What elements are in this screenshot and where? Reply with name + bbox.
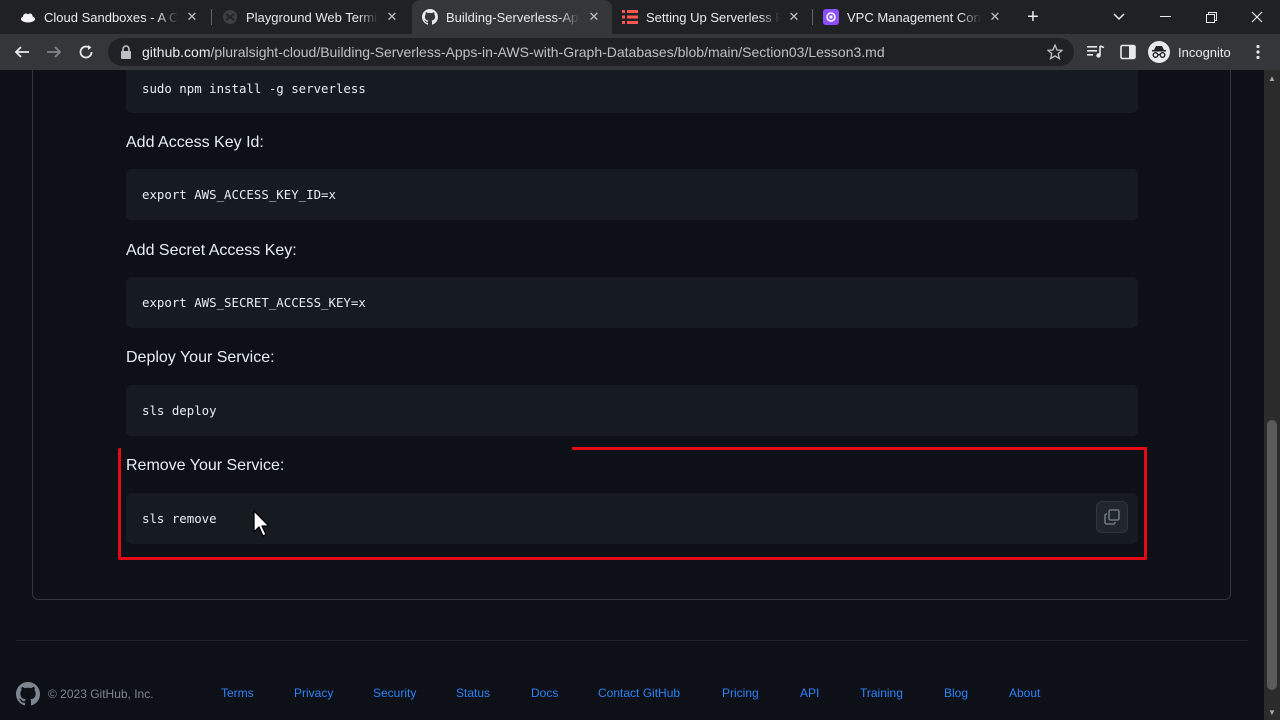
restore-icon	[1205, 11, 1217, 23]
tab-title: Cloud Sandboxes - A Cloud Guru	[44, 9, 178, 25]
footer-link-status[interactable]: Status	[456, 686, 490, 700]
close-icon[interactable]: ✕	[586, 9, 602, 25]
footer: © 2023 GitHub, Inc. Terms Privacy Securi…	[16, 682, 1248, 706]
footer-link-security[interactable]: Security	[373, 686, 416, 700]
kebab-menu-icon	[1256, 44, 1260, 60]
mouse-cursor-icon	[253, 510, 270, 537]
minimize-button[interactable]	[1142, 0, 1188, 34]
section-heading-deploy: Deploy Your Service:	[126, 349, 275, 366]
url-text: github.com/pluralsight-cloud/Building-Se…	[142, 44, 885, 60]
incognito-profile-button[interactable]: Incognito	[1148, 39, 1231, 65]
forward-button[interactable]	[42, 40, 66, 64]
footer-link-about[interactable]: About	[1009, 686, 1040, 700]
page-scrollbar[interactable]: ▲ ▼	[1264, 70, 1280, 720]
incognito-label: Incognito	[1178, 44, 1231, 60]
reload-button[interactable]	[74, 40, 98, 64]
browser-toolbar: github.com/pluralsight-cloud/Building-Se…	[0, 34, 1280, 70]
footer-copyright: © 2023 GitHub, Inc.	[48, 687, 154, 701]
scroll-thumb[interactable]	[1267, 420, 1277, 690]
footer-link-api[interactable]: API	[800, 686, 819, 700]
serverless-icon	[622, 9, 638, 25]
incognito-icon	[1148, 41, 1170, 63]
new-tab-button[interactable]: +	[1022, 6, 1044, 28]
code-text: sls deploy	[142, 403, 217, 418]
code-text: export AWS_SECRET_ACCESS_KEY=x	[142, 295, 366, 310]
annotation-highlight-top	[572, 447, 1147, 450]
tab-building-serverless-apps[interactable]: Building-Serverless-Apps-in-AWS ✕	[412, 0, 612, 34]
tab-title: Playground Web Terminal	[246, 9, 378, 25]
queue-music-icon	[1087, 45, 1105, 58]
footer-link-terms[interactable]: Terms	[221, 686, 254, 700]
side-panel-icon	[1120, 44, 1136, 60]
footer-link-training[interactable]: Training	[860, 686, 903, 700]
close-icon[interactable]: ✕	[987, 9, 1003, 25]
section-heading-secret-key: Add Secret Access Key:	[126, 242, 297, 259]
chevron-down-icon	[1113, 13, 1125, 21]
arrow-right-icon	[47, 46, 62, 58]
lock-icon[interactable]	[118, 44, 134, 60]
url-host: github.com	[142, 44, 211, 60]
back-button[interactable]	[10, 40, 34, 64]
tab-title: Setting Up Serverless Framework	[646, 9, 780, 25]
browser-menu-button[interactable]	[1248, 42, 1268, 62]
tab-cloud-sandboxes[interactable]: Cloud Sandboxes - A Cloud Guru ✕	[10, 0, 210, 34]
bookmark-star-icon[interactable]	[1046, 43, 1064, 61]
tab-vpc-management[interactable]: VPC Management Console ✕	[813, 0, 1013, 34]
close-icon[interactable]: ✕	[184, 9, 200, 25]
code-text: sudo npm install -g serverless	[142, 80, 366, 96]
annotation-highlight-box	[118, 448, 1147, 560]
scroll-down-arrow-icon[interactable]: ▼	[1264, 704, 1280, 720]
tab-strip: Cloud Sandboxes - A Cloud Guru ✕ Playgro…	[0, 0, 1280, 34]
code-block-secret-key: export AWS_SECRET_ACCESS_KEY=x	[126, 277, 1138, 328]
reload-icon	[79, 45, 93, 59]
tab-playground-terminal[interactable]: Playground Web Terminal ✕	[212, 0, 410, 34]
close-icon	[1251, 11, 1263, 23]
footer-link-blog[interactable]: Blog	[944, 686, 968, 700]
footer-link-pricing[interactable]: Pricing	[722, 686, 759, 700]
github-icon	[422, 9, 438, 25]
code-text: export AWS_ACCESS_KEY_ID=x	[142, 187, 336, 202]
tab-search-button[interactable]	[1096, 0, 1142, 34]
arrow-left-icon	[14, 46, 29, 58]
vpc-icon	[823, 9, 839, 25]
tab-title: Building-Serverless-Apps-in-AWS	[446, 9, 580, 25]
scroll-up-arrow-icon[interactable]: ▲	[1264, 70, 1280, 86]
close-window-button[interactable]	[1234, 0, 1280, 34]
restore-button[interactable]	[1188, 0, 1234, 34]
code-block-access-key: export AWS_ACCESS_KEY_ID=x	[126, 169, 1138, 220]
media-control-button[interactable]	[1086, 42, 1106, 62]
github-logo-icon[interactable]	[16, 682, 40, 706]
tab-setting-up-serverless[interactable]: Setting Up Serverless Framework ✕	[612, 0, 812, 34]
section-heading-access-key: Add Access Key Id:	[126, 134, 264, 151]
footer-link-privacy[interactable]: Privacy	[294, 686, 333, 700]
footer-divider	[16, 640, 1248, 641]
footer-link-docs[interactable]: Docs	[531, 686, 558, 700]
cloud-icon	[20, 9, 36, 25]
close-icon[interactable]: ✕	[384, 9, 400, 25]
side-panel-button[interactable]	[1118, 42, 1138, 62]
tab-title: VPC Management Console	[847, 9, 981, 25]
code-block-deploy: sls deploy	[126, 385, 1138, 436]
url-path: /pluralsight-cloud/Building-Serverless-A…	[210, 44, 885, 60]
footer-link-contact[interactable]: Contact GitHub	[598, 686, 680, 700]
minimize-icon	[1159, 16, 1171, 17]
terminal-icon	[222, 9, 238, 25]
code-block-install: sudo npm install -g serverless	[126, 70, 1138, 113]
close-icon[interactable]: ✕	[786, 9, 802, 25]
page-content: sudo npm install -g serverless Add Acces…	[0, 70, 1264, 720]
address-bar[interactable]: github.com/pluralsight-cloud/Building-Se…	[108, 38, 1074, 66]
